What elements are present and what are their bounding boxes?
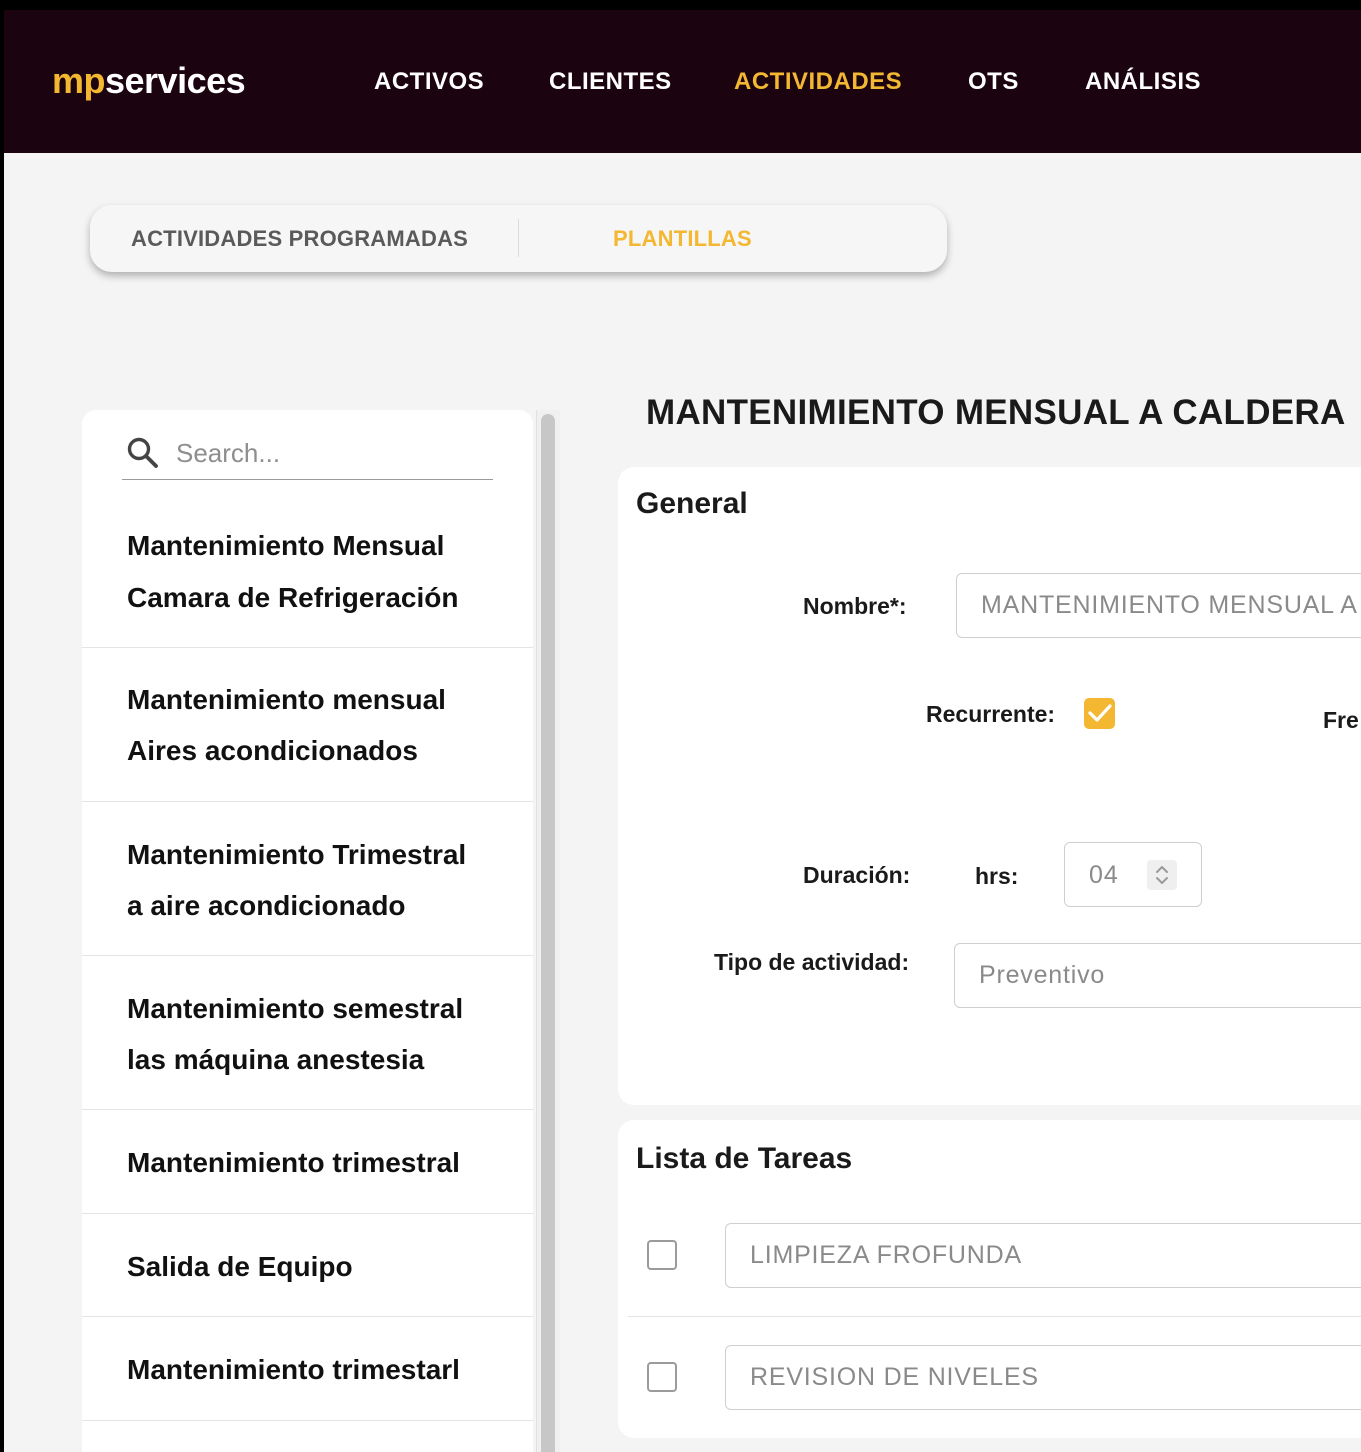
search-bar — [122, 430, 493, 480]
stepper-arrows[interactable] — [1147, 860, 1177, 890]
task-input[interactable] — [726, 1346, 1361, 1409]
list-scrollbar-thumb[interactable] — [541, 414, 555, 1452]
general-card: General Nombre*: Recurrente: Fre Duració… — [618, 467, 1361, 1105]
template-item[interactable]: Salida de Equipo — [82, 1214, 533, 1317]
brand-prefix: mp — [52, 60, 106, 101]
nav-item-analisis[interactable]: ANÁLISIS — [1085, 68, 1201, 96]
tipo-actividad-label: Tipo de actividad: — [714, 949, 910, 975]
task-input[interactable] — [726, 1224, 1361, 1287]
nav-item-actividades[interactable]: ACTIVIDADES — [734, 68, 902, 96]
template-item[interactable]: Mantenimiento mensual Aires acondicionad… — [82, 648, 533, 802]
tasks-card: Lista de Tareas — [618, 1120, 1361, 1438]
nombre-field-box — [956, 573, 1361, 638]
updown-chevron-icon — [1156, 866, 1168, 884]
template-item-line2: a aire acondicionado — [127, 890, 406, 921]
app-frame: mpservices ACTIVOS CLIENTES ACTIVIDADES … — [4, 10, 1361, 1452]
task-field-box — [725, 1223, 1361, 1288]
general-heading: General — [636, 487, 748, 520]
page-title: MANTENIMIENTO MENSUAL A CALDERA — [646, 393, 1346, 432]
tab-actividades-programadas[interactable]: ACTIVIDADES PROGRAMADAS — [131, 205, 468, 272]
nav-item-clientes[interactable]: CLIENTES — [549, 68, 672, 96]
template-item-line1: Mantenimiento Trimestral — [127, 839, 467, 870]
task-divider — [628, 1316, 1361, 1317]
frecuencia-label: Fre — [1323, 707, 1359, 733]
template-item-line1: Salida de Equipo — [127, 1251, 353, 1282]
hrs-stepper[interactable]: 04 — [1064, 842, 1202, 907]
section-tabs: ACTIVIDADES PROGRAMADAS PLANTILLAS — [90, 205, 947, 272]
recurrente-checkbox[interactable] — [1084, 698, 1115, 729]
top-navbar: mpservices ACTIVOS CLIENTES ACTIVIDADES … — [4, 10, 1361, 153]
template-item[interactable]: Mantenimiento Trimestral a aire acondici… — [82, 802, 533, 956]
search-input[interactable] — [176, 434, 476, 472]
template-item[interactable]: Mantenimiento semestral las máquina anes… — [82, 956, 533, 1110]
brand-logo[interactable]: mpservices — [52, 60, 246, 102]
tasks-heading: Lista de Tareas — [636, 1142, 853, 1175]
check-icon — [1088, 704, 1112, 722]
template-item-line1: Mantenimiento semestral — [127, 993, 464, 1024]
template-item[interactable]: Mantenimiento trimestarl — [82, 1317, 533, 1421]
search-icon[interactable] — [126, 436, 160, 470]
duracion-label: Duración: — [803, 862, 911, 888]
hrs-value: 04 — [1089, 861, 1119, 889]
template-item-line2: las máquina anestesia — [127, 1044, 425, 1075]
nav-item-ots[interactable]: OTS — [968, 68, 1019, 96]
template-item-line1: Mantenimiento trimestral — [127, 1147, 460, 1178]
task-field-box — [725, 1345, 1361, 1410]
tipo-actividad-input[interactable] — [955, 944, 1361, 1007]
task-checkbox[interactable] — [647, 1240, 677, 1270]
tipo-actividad-field-box — [954, 943, 1361, 1008]
template-item[interactable]: Mantenimiento Mensual Camara de Refriger… — [82, 493, 533, 648]
nombre-label: Nombre*: — [803, 593, 907, 619]
list-scrollbar[interactable] — [536, 410, 560, 1452]
hrs-label: hrs: — [975, 863, 1019, 889]
tab-divider — [518, 219, 519, 257]
template-item-line1: Mantenimiento Mensual — [127, 530, 445, 561]
template-item-line1: Mantenimiento mensual — [127, 684, 446, 715]
template-list-panel: Mantenimiento Mensual Camara de Refriger… — [82, 410, 533, 1452]
nav-item-activos[interactable]: ACTIVOS — [374, 68, 484, 96]
template-item-line1: Mantenimiento trimestarl — [127, 1354, 460, 1385]
recurrente-label: Recurrente: — [926, 701, 1056, 727]
nombre-input[interactable] — [957, 574, 1361, 637]
tab-plantillas[interactable]: PLANTILLAS — [613, 205, 752, 272]
template-item-line2: Camara de Refrigeración — [127, 582, 459, 613]
task-checkbox[interactable] — [647, 1362, 677, 1392]
template-item[interactable]: Mantenimiento trimestral — [82, 1110, 533, 1214]
template-item-line2: Aires acondicionados — [127, 735, 418, 766]
brand-suffix: services — [105, 60, 246, 101]
